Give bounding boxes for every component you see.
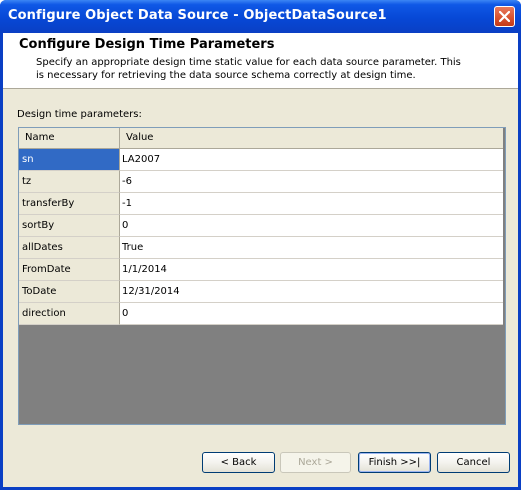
param-name-cell[interactable]: transferBy bbox=[19, 193, 120, 215]
parameters-grid[interactable]: Name Value sn LA2007 tz -6 transferBy -1… bbox=[18, 127, 506, 425]
table-row[interactable]: tz -6 bbox=[19, 171, 503, 193]
next-button[interactable]: Next > bbox=[280, 452, 351, 473]
param-name-cell[interactable]: ToDate bbox=[19, 281, 120, 303]
finish-button[interactable]: Finish >>| bbox=[358, 452, 431, 473]
table-row[interactable]: sn LA2007 bbox=[19, 149, 503, 171]
param-name-cell[interactable]: allDates bbox=[19, 237, 120, 259]
close-button[interactable] bbox=[494, 6, 515, 27]
cancel-button[interactable]: Cancel bbox=[437, 452, 510, 473]
page-title: Configure Design Time Parameters bbox=[19, 37, 275, 52]
column-header-value[interactable]: Value bbox=[120, 128, 503, 148]
table-row[interactable]: sortBy 0 bbox=[19, 215, 503, 237]
param-value-cell[interactable]: 12/31/2014 bbox=[120, 281, 503, 303]
param-value-cell[interactable]: 0 bbox=[120, 303, 503, 325]
param-value-cell[interactable]: True bbox=[120, 237, 503, 259]
table-row[interactable]: direction 0 bbox=[19, 303, 503, 325]
grid-label: Design time parameters: bbox=[17, 109, 142, 120]
window-title: Configure Object Data Source - ObjectDat… bbox=[8, 8, 387, 23]
dialog-body: Configure Design Time Parameters Specify… bbox=[3, 33, 518, 487]
dialog-window: Configure Object Data Source - ObjectDat… bbox=[0, 0, 521, 490]
param-value-cell[interactable]: -1 bbox=[120, 193, 503, 215]
grid-header: Name Value bbox=[19, 128, 503, 149]
param-name-cell[interactable]: FromDate bbox=[19, 259, 120, 281]
table-row[interactable]: transferBy -1 bbox=[19, 193, 503, 215]
table-row[interactable]: allDates True bbox=[19, 237, 503, 259]
param-name-cell[interactable]: tz bbox=[19, 171, 120, 193]
param-name-cell[interactable]: direction bbox=[19, 303, 120, 325]
param-value-cell[interactable]: -6 bbox=[120, 171, 503, 193]
param-value-cell[interactable]: LA2007 bbox=[120, 149, 503, 171]
wizard-header: Configure Design Time Parameters Specify… bbox=[3, 33, 518, 89]
param-name-cell[interactable]: sn bbox=[19, 149, 120, 171]
table-row[interactable]: FromDate 1/1/2014 bbox=[19, 259, 503, 281]
page-description: Specify an appropriate design time stati… bbox=[36, 57, 461, 81]
title-bar[interactable]: Configure Object Data Source - ObjectDat… bbox=[0, 0, 521, 33]
param-name-cell[interactable]: sortBy bbox=[19, 215, 120, 237]
table-row[interactable]: ToDate 12/31/2014 bbox=[19, 281, 503, 303]
back-button[interactable]: < Back bbox=[202, 452, 275, 473]
param-value-cell[interactable]: 1/1/2014 bbox=[120, 259, 503, 281]
column-header-name[interactable]: Name bbox=[19, 128, 120, 148]
param-value-cell[interactable]: 0 bbox=[120, 215, 503, 237]
